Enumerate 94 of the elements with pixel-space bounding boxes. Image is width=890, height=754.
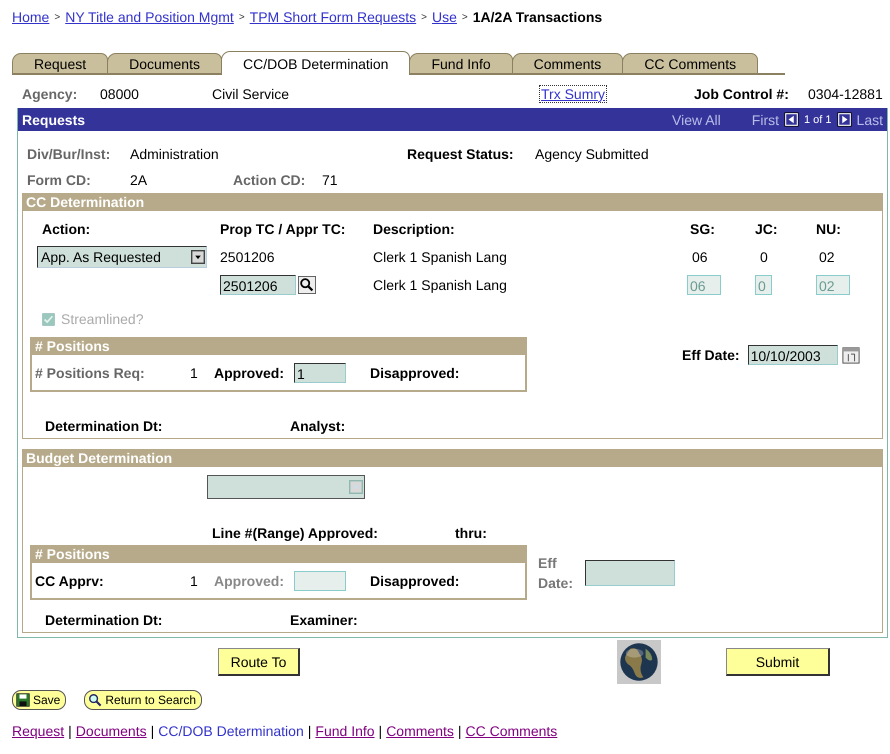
field-label: Disapproved:	[370, 572, 460, 588]
tab[interactable]: Documents	[107, 53, 222, 73]
input-field[interactable]: 1	[294, 362, 346, 382]
footer-separator: |	[308, 723, 312, 739]
breadcrumb-current: 1A/2A Transactions	[472, 9, 602, 25]
field-label: Request Status:	[407, 146, 515, 162]
previous-icon[interactable]	[784, 112, 799, 127]
field-label: # Positions Req:	[35, 364, 146, 380]
field-value: Agency Submitted	[535, 146, 650, 162]
tab[interactable]: Request	[12, 53, 108, 73]
field-label: Approved:	[214, 364, 285, 380]
field-value: 1	[190, 572, 199, 588]
calendar-icon[interactable]	[842, 346, 860, 364]
job-control-value: 0304-12881	[808, 86, 884, 102]
return-to-search-button[interactable]: Return to Search	[84, 690, 202, 710]
tab[interactable]: Fund Info	[409, 53, 513, 73]
footer-link[interactable]: CC Comments	[466, 723, 558, 739]
column-header: SG:	[689, 221, 716, 237]
section-header: Budget Determination	[23, 449, 882, 467]
field-value: 1	[190, 364, 199, 380]
breadcrumb-separator: >	[462, 12, 468, 22]
dropdown-arrow-icon[interactable]	[191, 248, 205, 266]
submit-button[interactable]: Submit	[726, 648, 830, 676]
column-header: Action:	[41, 221, 92, 237]
field-label: Disapproved:	[370, 364, 460, 380]
footer-link[interactable]: Request	[12, 723, 64, 739]
first-link[interactable]: First	[752, 112, 779, 128]
field-label: thru:	[455, 525, 488, 541]
breadcrumb-link[interactable]: Home	[12, 9, 50, 25]
table-cell-text: Clerk 1 Spanish Lang	[373, 277, 508, 293]
checkbox-label: Streamlined?	[61, 311, 144, 327]
agency-label: Agency:	[22, 86, 78, 102]
breadcrumb-separator: >	[421, 12, 427, 22]
job-control-label: Job Control #:	[694, 86, 790, 102]
field-value: Administration	[130, 146, 220, 162]
field-label: Eff Date:	[682, 346, 740, 362]
footer-separator: |	[458, 723, 462, 739]
breadcrumb-link[interactable]: Use	[432, 9, 457, 25]
section-header: # Positions	[32, 337, 525, 355]
footer-link[interactable]: Documents	[76, 723, 147, 739]
footer-separator: |	[150, 723, 154, 739]
column-header: JC:	[755, 221, 779, 237]
agency-code: 08000	[100, 86, 140, 102]
route-to-button[interactable]: Route To	[218, 648, 300, 676]
table-cell-text: 06	[691, 249, 709, 265]
table-cell-text: 02	[818, 249, 836, 265]
field-label: Div/Bur/Inst:	[27, 146, 112, 162]
breadcrumb-separator: >	[54, 12, 60, 22]
field-label: Form CD:	[27, 172, 92, 188]
footer-separator: |	[378, 723, 382, 739]
table-cell-text: 0	[759, 249, 769, 265]
search-icon	[88, 693, 102, 707]
field-label: Approved:	[214, 572, 285, 588]
field-value: 2A	[130, 172, 148, 188]
table-cell-text: 2501206	[220, 249, 276, 265]
input-field[interactable]: 10/10/2003	[748, 344, 838, 364]
footer-link[interactable]: Fund Info	[315, 723, 375, 739]
tab[interactable]: CC Comments	[622, 53, 758, 73]
floppy-icon	[16, 693, 30, 707]
footer-link[interactable]: Comments	[386, 723, 454, 739]
save-button[interactable]: Save	[12, 690, 66, 710]
column-header: Prop TC / Appr TC:	[220, 221, 346, 237]
next-icon[interactable]	[836, 112, 852, 127]
field-label: Analyst:	[290, 418, 346, 434]
footer-separator: |	[68, 723, 72, 739]
input-field[interactable]: 2501206	[220, 275, 296, 295]
field-value: 71	[322, 172, 339, 188]
view-all-link[interactable]: View All	[672, 112, 721, 128]
summary-link[interactable]: Trx Sumry	[540, 86, 606, 102]
last-link[interactable]: Last	[856, 112, 883, 128]
field-label: Action CD:	[233, 172, 306, 188]
column-header: NU:	[816, 221, 842, 237]
page-count: 1 of 1	[804, 114, 832, 126]
panel-title: Requests	[22, 112, 86, 128]
agency-name: Civil Service	[212, 86, 290, 102]
footer-link[interactable]: CC/DOB Determination	[158, 723, 304, 739]
field-label: CC Apprv:	[35, 572, 105, 588]
field-label: Determination Dt:	[45, 418, 164, 434]
field-label: Determination Dt:	[45, 612, 164, 628]
input-field[interactable]	[585, 560, 675, 586]
table-cell-text: Clerk 1 Spanish Lang	[373, 249, 508, 265]
tab[interactable]: CC/DOB Determination	[220, 51, 410, 75]
section-header: CC Determination	[23, 193, 882, 211]
action-dropdown[interactable]: App. As Requested	[37, 246, 207, 268]
column-header: Description:	[373, 221, 456, 237]
section-header: # Positions	[32, 545, 525, 563]
globe-icon[interactable]	[617, 640, 661, 684]
search-icon[interactable]	[298, 276, 316, 294]
breadcrumb-separator: >	[238, 12, 245, 22]
breadcrumb-link[interactable]: TPM Short Form Requests	[250, 9, 416, 25]
field-label: Examiner:	[290, 612, 359, 628]
breadcrumb-link[interactable]: NY Title and Position Mgmt	[65, 9, 234, 25]
field-label: Line #(Range) Approved:	[212, 525, 379, 541]
tab[interactable]: Comments	[512, 53, 624, 73]
